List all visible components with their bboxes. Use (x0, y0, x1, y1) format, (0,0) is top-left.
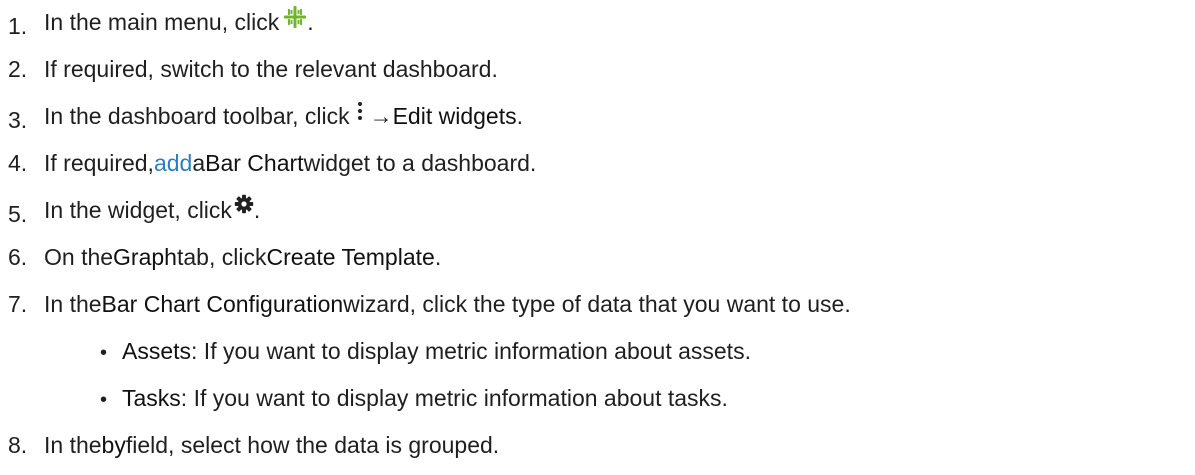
sub-item-text: : If you want to display metric informat… (180, 385, 728, 411)
step-8: 8. In the by field, select how the data i… (0, 425, 499, 465)
step-text: In the widget, click (44, 197, 232, 223)
step-4: 4. If required, add a Bar Chart widget to… (0, 143, 536, 183)
step-number: 6. (8, 244, 28, 270)
step-1: 1. In the main menu, click . (0, 2, 314, 42)
main-menu-grid-icon (283, 1, 307, 41)
step-text: In the (44, 291, 102, 317)
bullet: • (100, 389, 108, 411)
by-field-label: by (101, 432, 126, 458)
assets-label: Assets (122, 338, 192, 364)
step-text: On the (44, 244, 114, 270)
step-text-end: widget to a dashboard. (303, 150, 537, 176)
step-5: 5. In the widget, click . (0, 190, 260, 230)
step-text-mid: a (192, 150, 206, 176)
bullet: • (100, 342, 108, 364)
step-text-end: . (307, 9, 314, 35)
step-text-end: wizard, click the type of data that you … (343, 291, 851, 317)
step-text-end: . (434, 244, 442, 270)
step-6: 6. On the Graph tab, click Create Templat… (0, 237, 441, 277)
add-widget-link[interactable]: add (154, 143, 192, 183)
step-text: If required, (44, 150, 154, 176)
sub-item-tasks: • Tasks: If you want to display metric in… (100, 378, 728, 418)
tasks-label: Tasks (122, 385, 181, 411)
bar-chart-label: Bar Chart (205, 150, 304, 176)
graph-tab-label: Graph (113, 244, 177, 270)
gear-icon (234, 186, 254, 226)
step-number: 3. (8, 107, 28, 133)
more-vertical-icon (354, 95, 366, 135)
step-text: If required, switch to the relevant dash… (44, 56, 498, 82)
step-number: 2. (8, 56, 28, 82)
step-text-end: field, select how the data is grouped. (125, 432, 500, 458)
step-text: In the main menu, click (44, 9, 280, 35)
step-text-mid: tab, click (176, 244, 267, 270)
step-number: 5. (8, 201, 28, 227)
step-number: 1. (8, 13, 28, 39)
step-text: In the dashboard toolbar, click (44, 103, 350, 129)
step-text-end: . (253, 197, 261, 223)
edit-widgets-label: Edit widgets (392, 103, 517, 129)
step-text: In the (44, 432, 102, 458)
step-2: 2. If required, switch to the relevant da… (0, 49, 498, 89)
step-number: 7. (8, 291, 28, 317)
step-number: 4. (8, 150, 28, 176)
create-template-label: Create Template (266, 244, 435, 270)
sub-item-assets: • Assets: If you want to display metric i… (100, 331, 751, 371)
step-arrow: → (369, 103, 393, 129)
sub-item-text: : If you want to display metric informat… (191, 338, 751, 364)
bar-chart-configuration-label: Bar Chart Configuration (101, 291, 344, 317)
step-text-end: . (516, 103, 523, 129)
step-3: 3. In the dashboard toolbar, click → Edit… (0, 96, 523, 136)
step-7: 7. In the Bar Chart Configuration wizard,… (0, 284, 851, 324)
step-number: 8. (8, 432, 28, 458)
